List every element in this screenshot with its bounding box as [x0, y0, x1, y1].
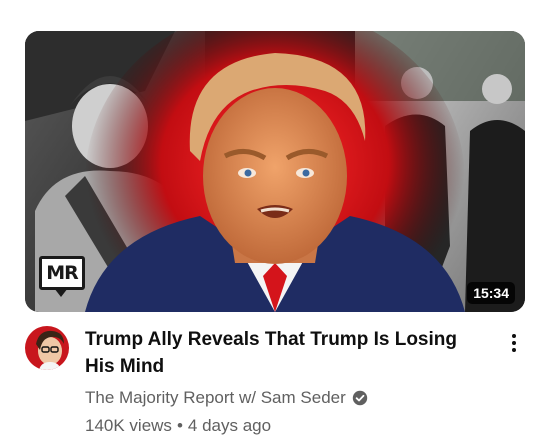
more-actions-button[interactable]: [502, 328, 526, 358]
video-card: MR 15:34 Trump Ally Reveals That Trump I…: [0, 0, 536, 447]
verified-check-icon: [352, 390, 367, 406]
video-thumbnail[interactable]: MR 15:34: [25, 31, 525, 312]
channel-logo-badge: MR: [39, 256, 85, 297]
publish-date: 4 days ago: [187, 416, 272, 435]
more-vertical-icon: [512, 341, 516, 345]
channel-avatar[interactable]: [25, 326, 69, 370]
thumbnail-image: [25, 31, 525, 312]
channel-name[interactable]: The Majority Report w/ Sam Seder: [85, 387, 346, 409]
avatar-image: [25, 326, 69, 370]
more-vertical-icon: [512, 348, 516, 352]
video-title[interactable]: Trump Ally Reveals That Trump Is Losing …: [85, 326, 490, 380]
duration-badge: 15:34: [467, 282, 515, 304]
channel-logo-text: MR: [46, 262, 79, 284]
view-count: 140K views: [85, 416, 172, 435]
video-details: Trump Ally Reveals That Trump Is Losing …: [85, 326, 490, 437]
stats-separator: •: [176, 416, 183, 435]
more-vertical-icon: [512, 334, 516, 338]
video-stats: 140K views • 4 days ago: [85, 415, 490, 437]
channel-row: The Majority Report w/ Sam Seder: [85, 387, 490, 409]
